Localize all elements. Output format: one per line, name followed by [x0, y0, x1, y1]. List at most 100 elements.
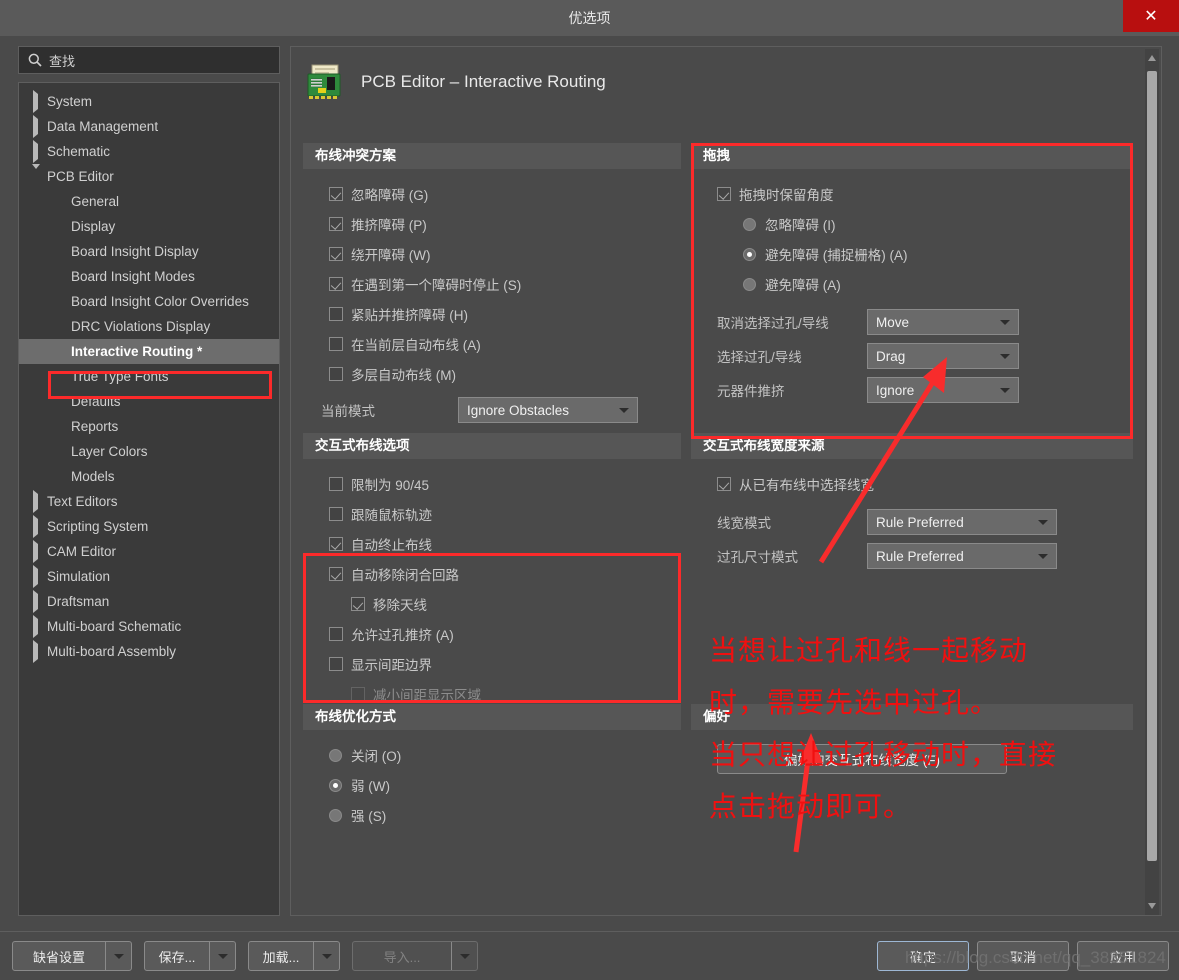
interactive-routing-option-6-row[interactable]: 显示间距边界	[303, 649, 681, 679]
sidebar-item-reports[interactable]: Reports	[19, 414, 279, 439]
drag-conflict-2-row[interactable]: 避免障碍 (A)	[691, 269, 1133, 299]
vertical-scrollbar[interactable]	[1145, 49, 1159, 915]
routing-conflict-4-row[interactable]: 紧贴并推挤障碍 (H)	[303, 299, 681, 329]
interactive-routing-option-2-checkbox[interactable]	[329, 537, 343, 551]
sidebar-item-text-editors[interactable]: Text Editors	[19, 489, 279, 514]
scrollbar-thumb[interactable]	[1147, 71, 1157, 861]
interactive-routing-option-3-checkbox[interactable]	[329, 567, 343, 581]
routing-optimization-2-radio[interactable]	[329, 808, 342, 822]
favorite-widths-button[interactable]: 偏好的交互式布线宽度 (F)	[717, 744, 1007, 774]
preserve-angle-checkbox[interactable]	[717, 187, 731, 201]
search-input[interactable]: 查找	[18, 46, 280, 74]
footer-button-1[interactable]: 保存...	[144, 941, 236, 971]
routing-conflict-2-checkbox[interactable]	[329, 247, 343, 261]
pick-width-row[interactable]: 从已有布线中选择线宽	[691, 469, 1133, 499]
drag-conflict-2-radio[interactable]	[743, 277, 756, 291]
chevron-right-icon[interactable]	[31, 590, 47, 613]
settings-tree[interactable]: System Data Management Schematic PCB Editor…	[18, 82, 280, 916]
footer-button-0[interactable]: 缺省设置	[12, 941, 132, 971]
pick-width-checkbox[interactable]	[717, 477, 731, 491]
drag-1-dropdown[interactable]: Drag	[867, 343, 1019, 369]
chevron-right-icon[interactable]	[31, 515, 47, 538]
interactive-routing-option-0-row[interactable]: 限制为 90/45	[303, 469, 681, 499]
current-mode-dropdown[interactable]: Ignore Obstacles	[458, 397, 638, 423]
sidebar-item-general[interactable]: General	[19, 189, 279, 214]
scroll-down-icon[interactable]	[1148, 903, 1156, 909]
sidebar-item-simulation[interactable]: Simulation	[19, 564, 279, 589]
sidebar-item-scripting-system[interactable]: Scripting System	[19, 514, 279, 539]
routing-conflict-5-checkbox[interactable]	[329, 337, 343, 351]
routing-conflict-5-row[interactable]: 在当前层自动布线 (A)	[303, 329, 681, 359]
routing-conflict-4-checkbox[interactable]	[329, 307, 343, 321]
scroll-up-icon[interactable]	[1148, 55, 1156, 61]
sidebar-item-draftsman[interactable]: Draftsman	[19, 589, 279, 614]
sidebar-item-multi-board-assembly[interactable]: Multi-board Assembly	[19, 639, 279, 664]
preserve-angle-row[interactable]: 拖拽时保留角度	[691, 179, 1133, 209]
chevron-right-icon[interactable]	[31, 140, 47, 163]
routing-conflict-0-checkbox[interactable]	[329, 187, 343, 201]
close-icon[interactable]: ✕	[1123, 0, 1179, 32]
sidebar-item-drc-violations-display[interactable]: DRC Violations Display	[19, 314, 279, 339]
sidebar-item-data-management[interactable]: Data Management	[19, 114, 279, 139]
chevron-right-icon[interactable]	[31, 490, 47, 513]
chevron-right-icon[interactable]	[31, 90, 47, 113]
routing-optimization-0-row[interactable]: 关闭 (O)	[303, 740, 681, 770]
chevron-right-icon[interactable]	[31, 640, 47, 663]
interactive-routing-option-6-checkbox[interactable]	[329, 657, 343, 671]
sidebar-item-cam-editor[interactable]: CAM Editor	[19, 539, 279, 564]
interactive-routing-option-5-row[interactable]: 允许过孔推挤 (A)	[303, 619, 681, 649]
routing-conflict-0-row[interactable]: 忽略障碍 (G)	[303, 179, 681, 209]
footer-cancel-button[interactable]: 取消	[977, 941, 1069, 971]
drag-2-dropdown[interactable]: Ignore	[867, 377, 1019, 403]
chevron-right-icon[interactable]	[31, 540, 47, 563]
routing-conflict-2-row[interactable]: 绕开障碍 (W)	[303, 239, 681, 269]
sidebar-item-models[interactable]: Models	[19, 464, 279, 489]
drag-conflict-1-radio[interactable]	[743, 247, 756, 261]
footer-ok-button[interactable]: 确定	[877, 941, 969, 971]
drag-conflict-1-row[interactable]: 避免障碍 (捕捉栅格) (A)	[691, 239, 1133, 269]
width-source-1-dropdown[interactable]: Rule Preferred	[867, 543, 1057, 569]
chevron-right-icon[interactable]	[31, 615, 47, 638]
footer-button-dropdown-1[interactable]	[209, 942, 235, 970]
routing-conflict-3-checkbox[interactable]	[329, 277, 343, 291]
drag-conflict-0-row[interactable]: 忽略障碍 (I)	[691, 209, 1133, 239]
routing-optimization-0-radio[interactable]	[329, 748, 342, 762]
sidebar-item-board-insight-display[interactable]: Board Insight Display	[19, 239, 279, 264]
chevron-right-icon[interactable]	[31, 565, 47, 588]
routing-conflict-6-row[interactable]: 多层自动布线 (M)	[303, 359, 681, 389]
sidebar-item-pcb-editor[interactable]: PCB Editor	[19, 164, 279, 189]
interactive-routing-option-5-checkbox[interactable]	[329, 627, 343, 641]
drag-0-dropdown[interactable]: Move	[867, 309, 1019, 335]
routing-conflict-1-row[interactable]: 推挤障碍 (P)	[303, 209, 681, 239]
chevron-right-icon[interactable]	[31, 115, 47, 138]
drag-conflict-0-radio[interactable]	[743, 217, 756, 231]
width-source-0-dropdown[interactable]: Rule Preferred	[867, 509, 1057, 535]
footer-button-dropdown-0[interactable]	[105, 942, 131, 970]
sidebar-item-schematic[interactable]: Schematic	[19, 139, 279, 164]
interactive-routing-option-0-checkbox[interactable]	[329, 477, 343, 491]
interactive-routing-option-2-row[interactable]: 自动终止布线	[303, 529, 681, 559]
interactive-routing-option-1-row[interactable]: 跟随鼠标轨迹	[303, 499, 681, 529]
routing-conflict-1-checkbox[interactable]	[329, 217, 343, 231]
chevron-down-icon[interactable]	[31, 164, 47, 184]
footer-apply-button[interactable]: 应用	[1077, 941, 1169, 971]
sidebar-item-layer-colors[interactable]: Layer Colors	[19, 439, 279, 464]
sidebar-item-system[interactable]: System	[19, 89, 279, 114]
interactive-routing-option-3-row[interactable]: 自动移除闭合回路	[303, 559, 681, 589]
sidebar-item-interactive-routing[interactable]: Interactive Routing *	[19, 339, 279, 364]
interactive-routing-option-4-checkbox[interactable]	[351, 597, 365, 611]
sidebar-item-true-type-fonts[interactable]: True Type Fonts	[19, 364, 279, 389]
interactive-routing-option-1-checkbox[interactable]	[329, 507, 343, 521]
sidebar-item-board-insight-modes[interactable]: Board Insight Modes	[19, 264, 279, 289]
interactive-routing-option-4-row[interactable]: 移除天线	[303, 589, 681, 619]
sidebar-item-board-insight-color-overrides[interactable]: Board Insight Color Overrides	[19, 289, 279, 314]
sidebar-item-defaults[interactable]: Defaults	[19, 389, 279, 414]
routing-conflict-3-row[interactable]: 在遇到第一个障碍时停止 (S)	[303, 269, 681, 299]
sidebar-item-multi-board-schematic[interactable]: Multi-board Schematic	[19, 614, 279, 639]
footer-button-dropdown-2[interactable]	[313, 942, 339, 970]
routing-conflict-6-checkbox[interactable]	[329, 367, 343, 381]
routing-optimization-1-radio[interactable]	[329, 778, 342, 792]
footer-button-2[interactable]: 加载...	[248, 941, 340, 971]
routing-optimization-2-row[interactable]: 强 (S)	[303, 800, 681, 830]
routing-optimization-1-row[interactable]: 弱 (W)	[303, 770, 681, 800]
